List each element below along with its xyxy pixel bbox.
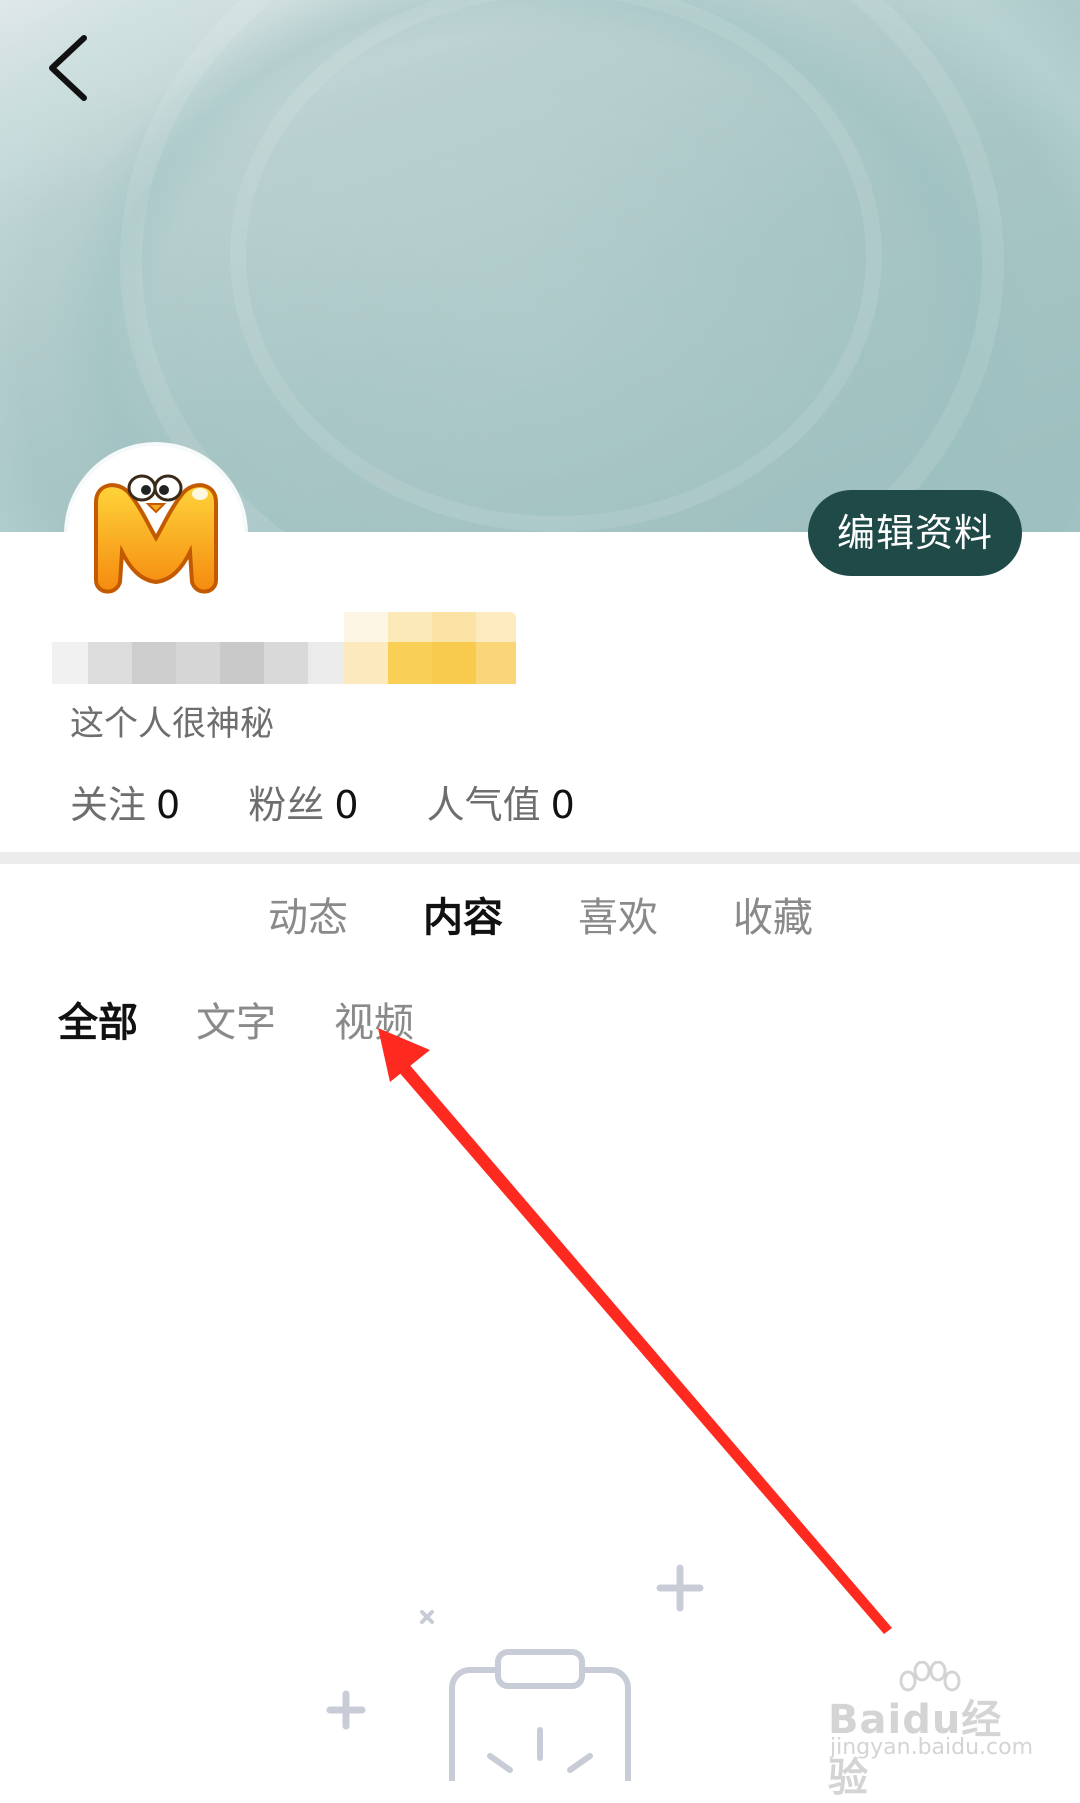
subtab-video[interactable]: 视频 — [334, 990, 414, 1048]
stat-label: 人气值 — [426, 783, 541, 827]
edit-profile-button[interactable]: 编辑资料 — [808, 490, 1022, 576]
stat-value: 0 — [334, 783, 359, 827]
avatar[interactable] — [68, 446, 244, 622]
profile-stats: 关注 0 粉丝 0 人气值 0 — [70, 774, 631, 829]
stat-followers[interactable]: 粉丝 0 — [248, 774, 358, 829]
section-divider — [0, 852, 1080, 864]
stat-value: 0 — [156, 783, 181, 827]
stat-label: 关注 — [70, 783, 147, 827]
profile-bio: 这个人很神秘 — [70, 704, 274, 744]
empty-clipboard-icon — [326, 1564, 704, 1781]
profile-tabs: 动态 内容 喜欢 收藏 — [0, 885, 1080, 945]
stat-value: 0 — [550, 783, 575, 827]
stat-label: 粉丝 — [248, 783, 325, 827]
nickname-mosaic — [52, 612, 516, 690]
content-subtabs: 全部 文字 视频 — [0, 990, 1080, 1050]
tab-activity[interactable]: 动态 — [268, 885, 348, 943]
stat-popularity[interactable]: 人气值 0 — [427, 774, 575, 829]
back-arrow-icon[interactable] — [40, 30, 100, 110]
watermark-url: jingyan.baidu.com — [830, 1735, 1034, 1760]
baidu-jingyan-watermark: Baidu经验 jingyan.baidu.com — [828, 1661, 1033, 1801]
tab-content[interactable]: 内容 — [423, 885, 503, 943]
tab-favorites[interactable]: 收藏 — [733, 885, 813, 943]
subtab-text[interactable]: 文字 — [196, 990, 276, 1048]
avatar-m-logo-icon — [94, 474, 218, 594]
tab-likes[interactable]: 喜欢 — [578, 885, 658, 943]
stat-following[interactable]: 关注 0 — [70, 774, 180, 829]
subtab-all[interactable]: 全部 — [58, 990, 138, 1048]
cover-ring-decoration — [230, 0, 882, 532]
